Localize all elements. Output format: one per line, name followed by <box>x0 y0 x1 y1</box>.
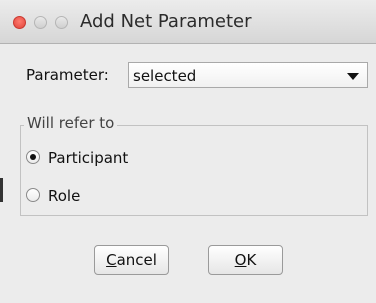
radio-selected-dot <box>30 154 36 160</box>
parameter-selected-value: selected <box>133 67 197 85</box>
parameter-select[interactable]: selected <box>128 62 368 88</box>
cancel-rest: ancel <box>116 251 157 269</box>
minimize-window-icon[interactable] <box>34 16 47 29</box>
window-edge-marker <box>0 178 3 202</box>
radio-participant-button[interactable] <box>26 150 40 164</box>
maximize-window-icon[interactable] <box>55 16 68 29</box>
ok-mnemonic: O <box>234 251 247 269</box>
ok-button[interactable]: OK <box>208 245 283 275</box>
will-refer-to-title: Will refer to <box>24 114 118 132</box>
ok-rest: K <box>246 251 257 269</box>
chevron-down-icon <box>347 73 359 80</box>
close-window-icon[interactable] <box>13 16 26 29</box>
parameter-label: Parameter: <box>26 66 109 84</box>
radio-role-button[interactable] <box>26 188 40 202</box>
window-title: Add Net Parameter <box>80 11 252 32</box>
radio-role-label[interactable]: Role <box>48 187 80 205</box>
cancel-mnemonic: C <box>106 251 117 269</box>
add-net-parameter-dialog: Add Net Parameter Parameter: selected Wi… <box>0 0 376 303</box>
cancel-button[interactable]: Cancel <box>94 245 169 275</box>
radio-participant-label[interactable]: Participant <box>48 149 128 167</box>
title-bar[interactable]: Add Net Parameter <box>0 0 376 44</box>
